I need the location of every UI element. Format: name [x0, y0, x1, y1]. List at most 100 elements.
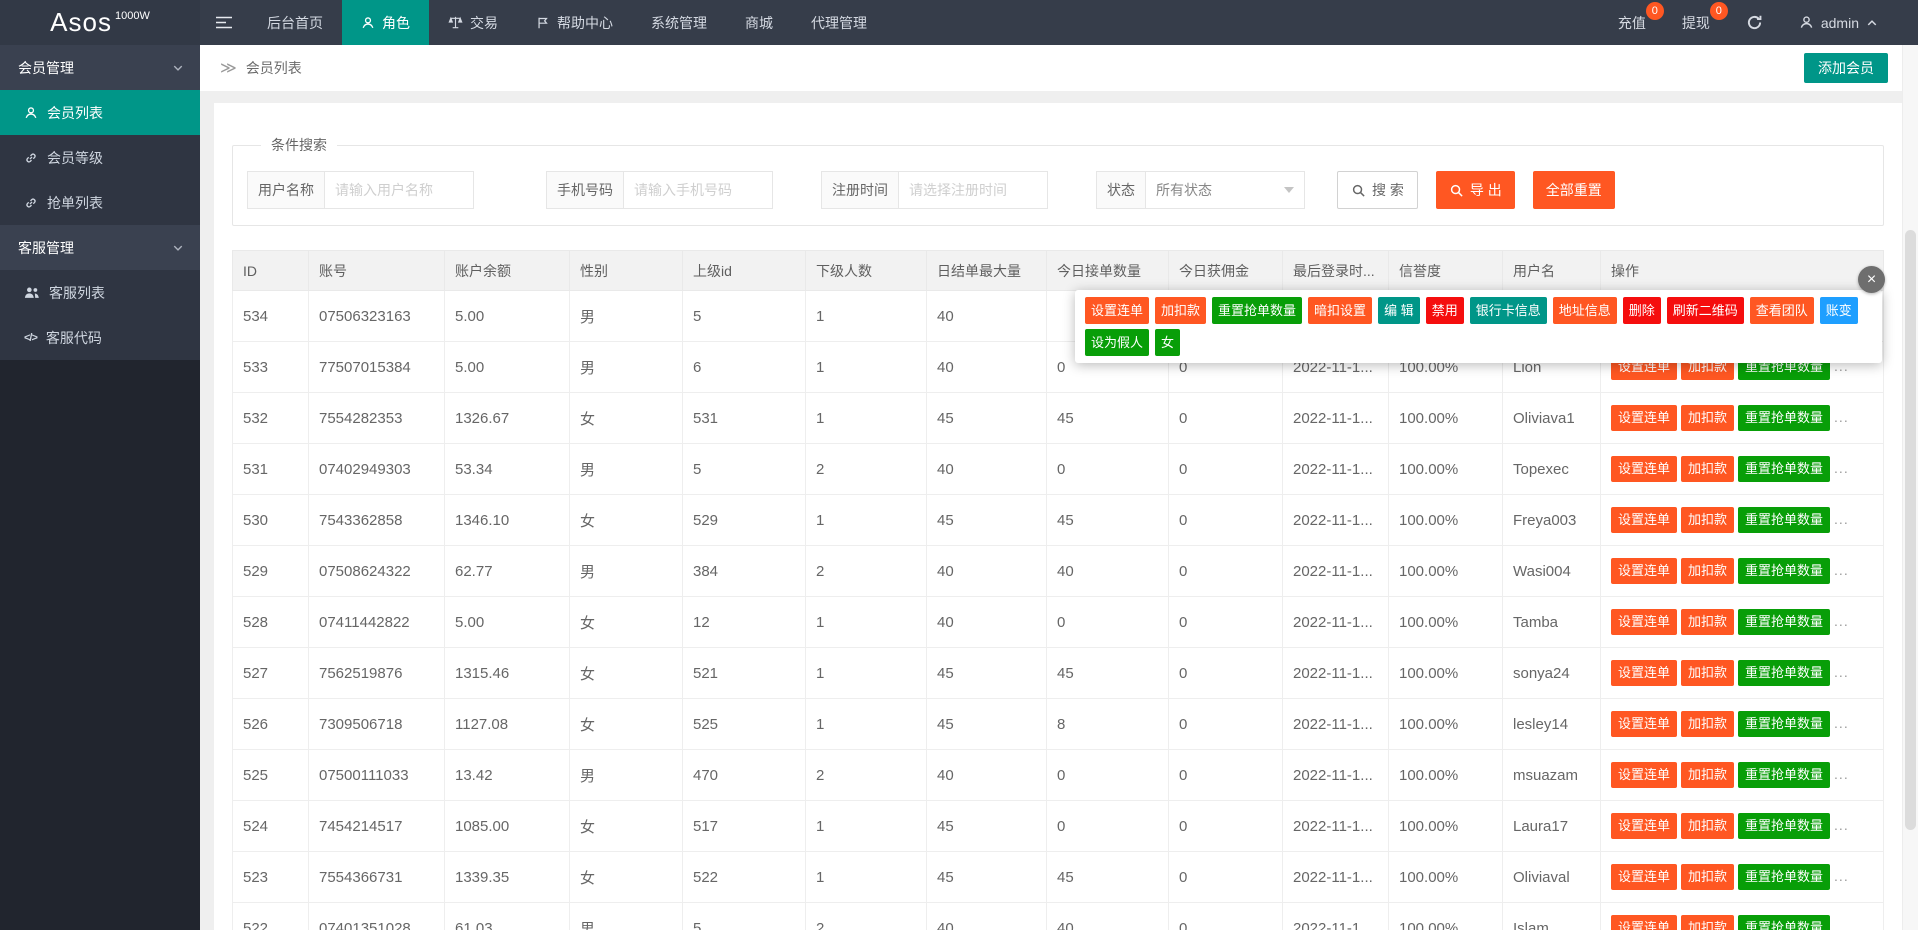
row-action-button[interactable]: 设置连单 [1611, 711, 1677, 737]
nav-item[interactable]: 角色 [342, 0, 429, 45]
row-action-button[interactable]: 设置连单 [1611, 558, 1677, 584]
nav-item[interactable]: 帮助中心 [517, 0, 632, 45]
popup-action-button[interactable]: 加扣款 [1155, 297, 1206, 324]
row-action-button[interactable]: 加扣款 [1681, 915, 1734, 930]
row-action-button[interactable]: 加扣款 [1681, 558, 1734, 584]
filter-input[interactable] [898, 171, 1048, 209]
table-cell: 2022-11-1... [1283, 750, 1389, 801]
add-member-button[interactable]: 添加会员 [1804, 53, 1888, 83]
popup-action-button[interactable]: 暗扣设置 [1308, 297, 1372, 324]
popup-action-button[interactable]: 刷新二维码 [1667, 297, 1744, 324]
withdraw-label: 提现 [1682, 13, 1710, 33]
popup-action-button[interactable]: 女 [1155, 329, 1180, 356]
more-actions: ... [1834, 511, 1849, 527]
sidebar-group-title[interactable]: 会员管理 [0, 45, 200, 90]
popup-action-button[interactable]: 删除 [1623, 297, 1661, 324]
table-cell: sonya24 [1503, 648, 1601, 699]
row-action-button[interactable]: 加扣款 [1681, 711, 1734, 737]
row-action-button[interactable]: 加扣款 [1681, 864, 1734, 890]
nav-item[interactable]: 商城 [726, 0, 792, 45]
row-action-button[interactable]: 重置抢单数量 [1738, 915, 1830, 930]
table-cell: 45 [1047, 393, 1169, 444]
popup-action-button[interactable]: 地址信息 [1553, 297, 1617, 324]
row-action-button[interactable]: 加扣款 [1681, 660, 1734, 686]
row-action-button[interactable]: 设置连单 [1611, 609, 1677, 635]
table-cell: 45 [927, 495, 1047, 546]
scrollbar-thumb[interactable] [1905, 230, 1916, 830]
withdraw-button[interactable]: 提现 0 [1664, 0, 1728, 45]
user-menu[interactable]: admin [1781, 0, 1896, 45]
sidebar-item-2[interactable]: 抢单列表 [0, 180, 200, 225]
nav-item[interactable]: 后台首页 [248, 0, 342, 45]
popup-action-button[interactable]: 查看团队 [1750, 297, 1814, 324]
table-cell: 529 [683, 495, 806, 546]
popup-action-button[interactable]: 设置连单 [1085, 297, 1149, 324]
filter-input[interactable] [324, 171, 474, 209]
more-actions: ... [1834, 613, 1849, 629]
popup-action-button[interactable]: 账变 [1820, 297, 1858, 324]
row-action-button[interactable]: 重置抢单数量 [1738, 456, 1830, 482]
row-action-button[interactable]: 设置连单 [1611, 864, 1677, 890]
row-action-button[interactable]: 重置抢单数量 [1738, 762, 1830, 788]
row-actions-cell: 设置连单加扣款重置抢单数量... [1601, 393, 1884, 444]
table-cell: 男 [570, 291, 683, 342]
reset-all-button[interactable]: 全部重置 [1533, 171, 1615, 209]
close-icon[interactable]: × [1858, 266, 1885, 293]
recharge-button[interactable]: 充值 0 [1600, 0, 1664, 45]
table-row: 52375543667311339.35女5221454502022-11-1.… [233, 852, 1884, 903]
table-cell: 0 [1169, 648, 1283, 699]
row-action-button[interactable]: 重置抢单数量 [1738, 660, 1830, 686]
row-action-button[interactable]: 重置抢单数量 [1738, 405, 1830, 431]
sidebar-item-0[interactable]: 客服列表 [0, 270, 200, 315]
table-cell: 女 [570, 597, 683, 648]
nav-item[interactable]: 系统管理 [632, 0, 726, 45]
row-action-button[interactable]: 设置连单 [1611, 762, 1677, 788]
row-action-button[interactable]: 重置抢单数量 [1738, 864, 1830, 890]
table-cell: 530 [233, 495, 309, 546]
row-action-button[interactable]: 设置连单 [1611, 660, 1677, 686]
status-filter: 状态 所有状态 [1096, 171, 1305, 209]
row-action-button[interactable]: 重置抢单数量 [1738, 711, 1830, 737]
search-button[interactable]: 搜 索 [1337, 171, 1418, 209]
sidebar-item-1[interactable]: </>客服代码 [0, 315, 200, 360]
sidebar-group-title[interactable]: 客服管理 [0, 225, 200, 270]
row-action-button[interactable]: 重置抢单数量 [1738, 507, 1830, 533]
table-cell: 男 [570, 750, 683, 801]
row-action-button[interactable]: 加扣款 [1681, 762, 1734, 788]
row-action-button[interactable]: 重置抢单数量 [1738, 813, 1830, 839]
row-action-button[interactable]: 加扣款 [1681, 609, 1734, 635]
row-action-button[interactable]: 设置连单 [1611, 405, 1677, 431]
popup-action-button[interactable]: 重置抢单数量 [1212, 297, 1302, 324]
nav-item[interactable]: 交易 [429, 0, 517, 45]
row-action-button[interactable]: 设置连单 [1611, 456, 1677, 482]
recharge-badge: 0 [1646, 2, 1664, 20]
table-cell: 7454214517 [309, 801, 445, 852]
popup-action-button[interactable]: 禁用 [1426, 297, 1464, 324]
popup-action-button[interactable]: 银行卡信息 [1470, 297, 1547, 324]
sidebar-item-label: 客服代码 [46, 328, 102, 348]
menu-toggle-button[interactable] [200, 0, 248, 45]
status-select[interactable]: 所有状态 [1145, 171, 1305, 209]
row-action-button[interactable]: 加扣款 [1681, 813, 1734, 839]
row-action-button[interactable]: 加扣款 [1681, 456, 1734, 482]
sidebar-item-0[interactable]: 会员列表 [0, 90, 200, 135]
filter-input[interactable] [623, 171, 773, 209]
table-cell: 40 [927, 546, 1047, 597]
row-action-button[interactable]: 设置连单 [1611, 507, 1677, 533]
page-title: 会员列表 [246, 58, 302, 78]
table-cell: 100.00% [1389, 750, 1503, 801]
row-action-button[interactable]: 加扣款 [1681, 405, 1734, 431]
nav-item[interactable]: 代理管理 [792, 0, 886, 45]
row-action-button[interactable]: 重置抢单数量 [1738, 558, 1830, 584]
refresh-button[interactable] [1728, 0, 1781, 45]
table-cell: 07500111033 [309, 750, 445, 801]
sidebar-item-1[interactable]: 会员等级 [0, 135, 200, 180]
table-cell: 517 [683, 801, 806, 852]
row-action-button[interactable]: 设置连单 [1611, 813, 1677, 839]
row-action-button[interactable]: 重置抢单数量 [1738, 609, 1830, 635]
row-action-button[interactable]: 加扣款 [1681, 507, 1734, 533]
row-action-button[interactable]: 设置连单 [1611, 915, 1677, 930]
popup-action-button[interactable]: 编 辑 [1378, 297, 1420, 324]
export-button[interactable]: 导 出 [1436, 171, 1515, 209]
popup-action-button[interactable]: 设为假人 [1085, 329, 1149, 356]
